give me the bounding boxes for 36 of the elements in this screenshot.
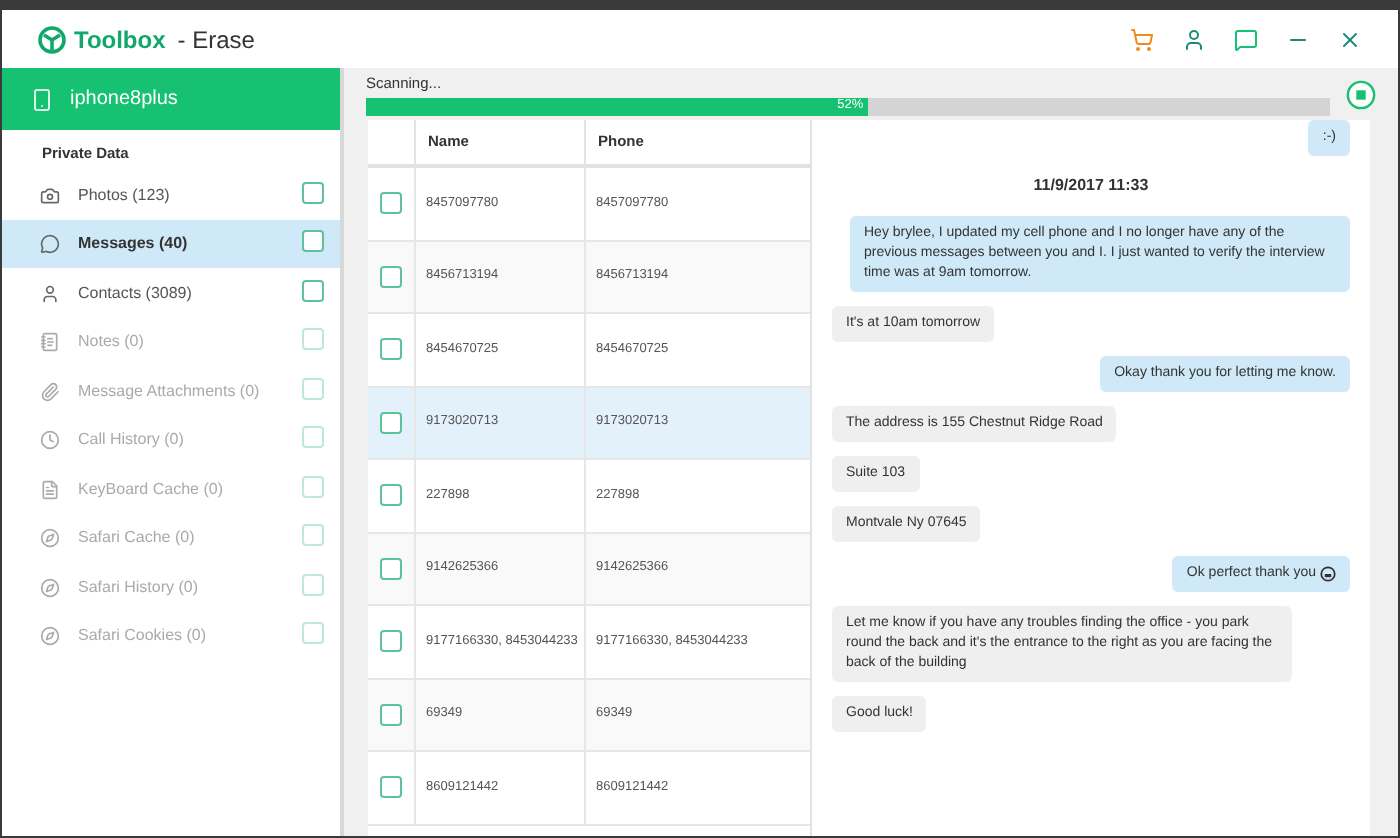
stop-icon[interactable] — [1346, 79, 1376, 109]
checkbox[interactable] — [302, 181, 324, 203]
app-name: Toolbox — [74, 23, 166, 57]
window-title: - Erase — [177, 23, 255, 57]
account-icon[interactable] — [1182, 27, 1206, 51]
checkbox[interactable] — [302, 230, 324, 252]
chat-bubble-icon — [40, 234, 60, 254]
checkbox[interactable] — [380, 557, 402, 580]
checkbox[interactable] — [380, 265, 402, 288]
camera-icon — [40, 185, 60, 205]
compass-icon — [40, 528, 60, 548]
compass-icon — [40, 626, 60, 646]
cart-icon[interactable] — [1130, 27, 1154, 51]
document-icon — [40, 479, 60, 499]
message-date: 11/9/2017 11:33 — [1033, 174, 1149, 198]
checkbox[interactable] — [380, 411, 402, 434]
logo-icon — [38, 25, 66, 53]
sidebar-item[interactable]: Contacts (3089) — [2, 268, 340, 318]
checkbox[interactable] — [380, 630, 402, 653]
notebook-icon — [40, 332, 60, 352]
device-name: iphone8plus — [70, 86, 178, 114]
feedback-icon[interactable] — [1234, 27, 1258, 51]
checkbox[interactable] — [380, 776, 402, 799]
checkbox[interactable] — [380, 192, 402, 215]
clock-icon — [40, 430, 60, 450]
close-icon[interactable] — [1338, 27, 1362, 51]
paperclip-icon — [40, 381, 60, 401]
sidebar-item[interactable]: Photos (123) — [2, 170, 340, 220]
checkbox[interactable] — [380, 703, 402, 726]
checkbox[interactable] — [302, 279, 324, 301]
person-icon — [40, 283, 60, 303]
checkbox[interactable] — [380, 338, 402, 361]
sidebar-item[interactable]: Messages (40) — [2, 219, 340, 269]
phone-icon — [30, 87, 54, 111]
compass-icon — [40, 577, 60, 597]
checkbox[interactable] — [380, 484, 402, 507]
